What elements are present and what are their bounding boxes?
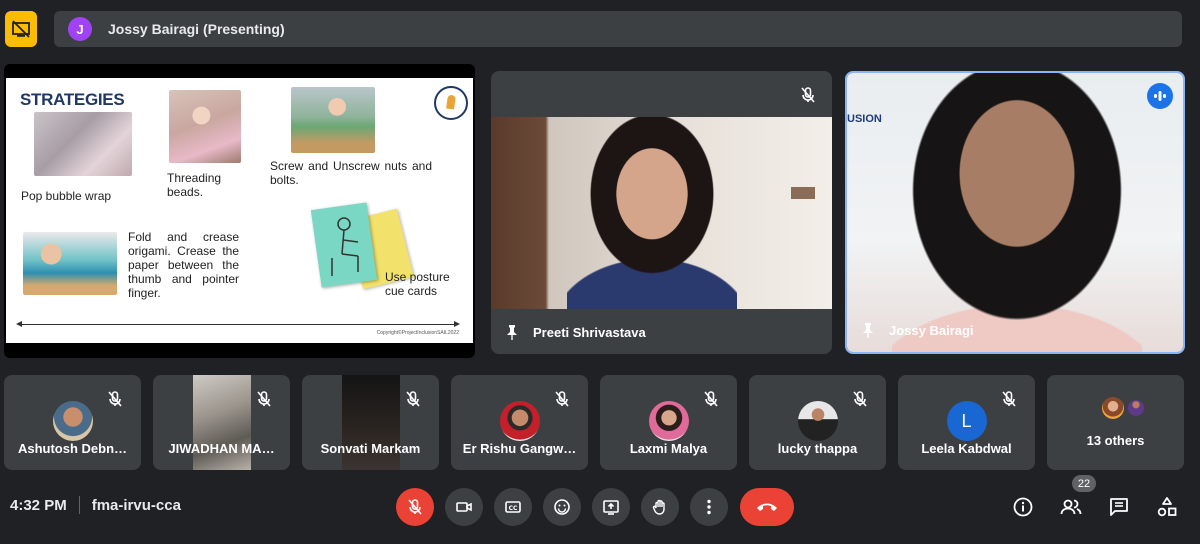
emoji-reactions-button[interactable] [543,488,581,526]
speaking-indicator [1147,83,1173,109]
more-options-button[interactable] [690,488,728,526]
participant-name: 13 others [1086,433,1145,448]
participant-count-badge: 22 [1072,475,1096,492]
participant-tile-others[interactable]: 13 others [1047,375,1184,470]
activities-button[interactable] [1152,492,1182,522]
presenter-banner: J Jossy Bairagi (Presenting) [54,11,1182,47]
meeting-time: 4:32 PM [10,496,67,514]
mic-off-icon [555,391,569,407]
participant-name-preeti: Preeti Shrivastava [505,324,646,340]
pin-icon[interactable] [505,324,519,340]
mic-off-icon [801,87,815,103]
participant-name-text: Preeti Shrivastava [533,324,646,340]
avatar: L [946,401,987,441]
present-now-button[interactable] [592,488,630,526]
avatar [797,401,838,441]
presentation-tile[interactable]: STRATEGIES Pop bubble wrap Threading bea… [4,64,475,358]
origami-photo [23,232,117,295]
mic-off-icon [704,391,718,407]
raise-hand-icon [652,499,665,515]
slide-item-bubble-wrap: Pop bubble wrap [21,189,112,203]
participant-name: Er Rishu Gangw… [462,441,577,456]
chat-button[interactable] [1104,492,1134,522]
captions-button[interactable]: CC [494,488,532,526]
chat-icon [1110,498,1128,516]
emoji-icon [554,499,570,515]
participant-tile-lucky[interactable]: lucky thappa [749,375,886,470]
participant-name: JIWADHAN MA… [168,441,275,456]
mic-off-icon [853,391,867,407]
microphone-toggle-button[interactable] [396,488,434,526]
others-avatars [1101,397,1144,419]
raise-hand-button[interactable] [641,488,679,526]
info-icon [1013,497,1033,517]
slide-item-posture-cards: Use posture cue cards [385,270,450,298]
project-inclusion-logo [434,86,468,120]
activities-icon [1157,497,1177,517]
slide-title: STRATEGIES [20,90,125,109]
meeting-code: fma-irvu-cca [91,496,181,514]
slide-item-threading-beads: Threading beads. [167,171,222,199]
threading-beads-photo [169,90,241,163]
video-tile-jossy[interactable]: USION Jossy Bairagi [845,71,1185,354]
speaking-icon [1154,91,1166,101]
participant-name: Ashutosh Debn… [17,441,128,456]
people-button[interactable] [1056,492,1086,522]
participant-tile-laxmi[interactable]: Laxmi Malya [600,375,737,470]
more-options-icon [707,499,711,515]
mic-off-icon [406,391,420,407]
video-feed-preeti [491,117,832,309]
slide-copyright: Copyright©ProjectInclusionSAIL2022 [376,330,459,336]
avatar [648,401,689,441]
slide-arrow-line [16,321,460,327]
camera-toggle-button[interactable] [445,488,483,526]
video-feed-jossy: USION [847,73,1183,352]
pin-icon[interactable] [861,322,875,338]
camera-icon [456,502,472,512]
participant-tile-jiwadhan[interactable]: JIWADHAN MA… [153,375,290,470]
leave-call-button[interactable] [740,488,794,526]
avatar [1127,400,1144,416]
stop-presenting-icon [12,20,30,38]
avatar [499,401,540,441]
divider [78,496,80,514]
mic-off-icon [108,391,122,407]
presenter-banner-text: Jossy Bairagi (Presenting) [108,21,285,37]
mic-off-icon [408,499,422,515]
present-icon [603,500,619,515]
avatar [52,401,93,441]
presentation-slide: STRATEGIES Pop bubble wrap Threading bea… [6,78,473,343]
participant-name-jossy: Jossy Bairagi [861,322,974,338]
video-tile-preeti[interactable]: Preeti Shrivastava [491,71,832,354]
people-icon [1060,499,1082,515]
participant-name: Leela Kabdwal [921,441,1012,456]
participant-name-text: Jossy Bairagi [889,322,974,338]
participant-name: Sonvati Markam [320,441,421,456]
svg-text:CC: CC [509,505,518,512]
meeting-info: 4:32 PM fma-irvu-cca [10,496,181,514]
participant-name: Laxmi Malya [629,441,708,456]
captions-icon: CC [505,501,521,513]
bubble-wrap-photo [34,112,132,176]
avatar [1101,397,1124,419]
participant-name: lucky thappa [777,441,858,456]
slide-item-origami: Fold and crease origami. Crease the pape… [128,230,239,300]
mic-off-icon [257,391,271,407]
meeting-details-button[interactable] [1008,492,1038,522]
end-call-icon [757,503,777,511]
stop-presenting-button[interactable] [5,11,37,47]
participant-tile-ashutosh[interactable]: Ashutosh Debn… [4,375,141,470]
slide-item-nuts-bolts: Screw and Unscrew nuts and bolts. [270,159,432,187]
nuts-bolts-photo [291,87,375,153]
participant-tile-leela[interactable]: L Leela Kabdwal [898,375,1035,470]
presenter-avatar: J [68,17,92,41]
participant-tile-sonvati[interactable]: Sonvati Markam [302,375,439,470]
participant-tile-rishu[interactable]: Er Rishu Gangw… [451,375,588,470]
mic-off-icon [1002,391,1016,407]
